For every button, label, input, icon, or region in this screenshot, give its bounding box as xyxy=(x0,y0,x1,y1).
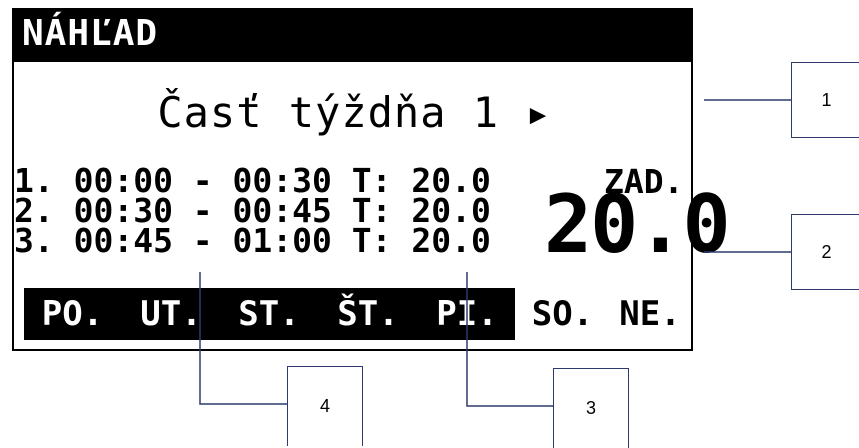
callout-4: 4 xyxy=(287,366,363,446)
leader-line-3 xyxy=(466,272,553,407)
callout-3: 3 xyxy=(553,368,629,448)
callout-1: 1 xyxy=(791,62,859,138)
callout-2: 2 xyxy=(791,214,859,290)
leader-line-4 xyxy=(199,272,287,405)
callout-leader-lines xyxy=(199,99,791,407)
